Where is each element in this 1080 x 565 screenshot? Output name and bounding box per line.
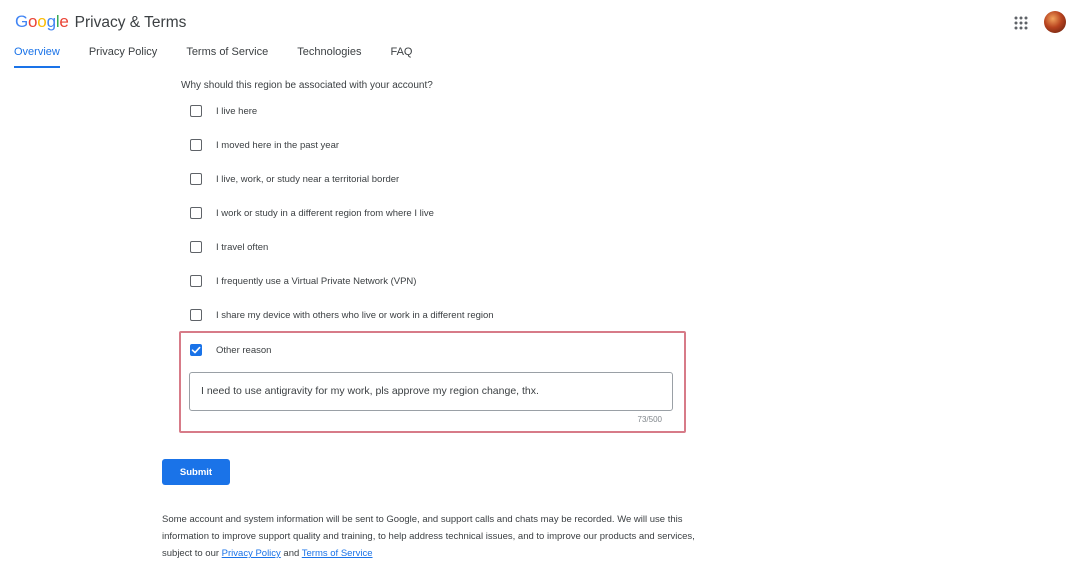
disclaimer-text: Some account and system information will… bbox=[162, 511, 707, 562]
privacy-policy-link[interactable]: Privacy Policy bbox=[222, 548, 281, 559]
option-label: I moved here in the past year bbox=[216, 139, 340, 151]
option-different-region[interactable]: I work or study in a different region fr… bbox=[190, 206, 434, 220]
option-shared-device[interactable]: I share my device with others who live o… bbox=[190, 308, 494, 322]
check-icon bbox=[191, 346, 201, 354]
option-label: I live, work, or study near a territoria… bbox=[216, 173, 400, 185]
checkbox[interactable] bbox=[190, 173, 202, 185]
option-other-reason[interactable]: Other reason bbox=[190, 343, 271, 357]
other-reason-input[interactable]: I need to use antigravity for my work, p… bbox=[189, 372, 673, 411]
tab-technologies[interactable]: Technologies bbox=[297, 44, 361, 68]
option-label: I frequently use a Virtual Private Netwo… bbox=[216, 275, 417, 287]
tab-privacy-policy[interactable]: Privacy Policy bbox=[89, 44, 157, 68]
option-label: Other reason bbox=[216, 344, 272, 356]
disclaimer-and: and bbox=[280, 548, 302, 559]
checkbox[interactable] bbox=[190, 105, 202, 117]
region-question: Why should this region be associated wit… bbox=[181, 80, 433, 91]
tab-faq[interactable]: FAQ bbox=[390, 44, 412, 68]
option-label: I work or study in a different region fr… bbox=[216, 207, 434, 219]
terms-of-service-link[interactable]: Terms of Service bbox=[302, 548, 373, 559]
option-moved-here[interactable]: I moved here in the past year bbox=[190, 138, 339, 152]
google-logo: Google bbox=[15, 12, 69, 31]
character-counter: 73/500 bbox=[637, 415, 662, 424]
checkbox[interactable] bbox=[190, 275, 202, 287]
checkbox-checked[interactable] bbox=[190, 344, 202, 356]
page-title: Privacy & Terms bbox=[74, 14, 187, 31]
checkbox[interactable] bbox=[190, 309, 202, 321]
apps-grid-icon[interactable] bbox=[1012, 14, 1030, 32]
tab-terms-of-service[interactable]: Terms of Service bbox=[186, 44, 268, 68]
account-avatar[interactable] bbox=[1044, 11, 1066, 33]
tab-overview[interactable]: Overview bbox=[14, 44, 60, 68]
nav-tabs: Overview Privacy Policy Terms of Service… bbox=[14, 44, 441, 68]
submit-button[interactable]: Submit bbox=[162, 459, 230, 485]
checkbox[interactable] bbox=[190, 207, 202, 219]
option-label: I travel often bbox=[216, 241, 269, 253]
option-label: I live here bbox=[216, 105, 258, 117]
option-near-border[interactable]: I live, work, or study near a territoria… bbox=[190, 172, 399, 186]
option-vpn[interactable]: I frequently use a Virtual Private Netwo… bbox=[190, 274, 416, 288]
option-live-here[interactable]: I live here bbox=[190, 104, 257, 118]
checkbox[interactable] bbox=[190, 241, 202, 253]
top-bar: Google Privacy & Terms Overview Privacy … bbox=[0, 0, 1080, 68]
option-travel-often[interactable]: I travel often bbox=[190, 240, 268, 254]
checkbox[interactable] bbox=[190, 139, 202, 151]
option-label: I share my device with others who live o… bbox=[216, 309, 494, 321]
brand[interactable]: Google Privacy & Terms bbox=[15, 12, 186, 32]
